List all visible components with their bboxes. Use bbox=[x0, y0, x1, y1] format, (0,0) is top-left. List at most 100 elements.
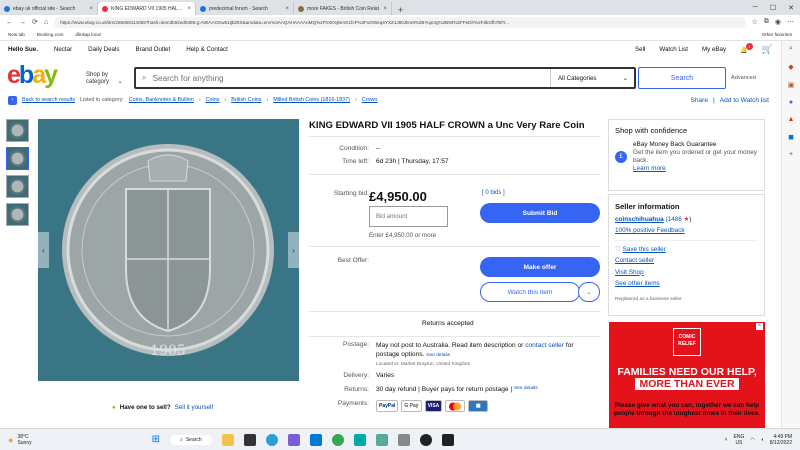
chrome-icon[interactable] bbox=[331, 433, 344, 446]
thumbnail-selected[interactable] bbox=[6, 147, 29, 170]
advanced-search-link[interactable]: Advanced bbox=[731, 75, 756, 81]
browser-tab-active[interactable]: KING EDWARD VII 1905 HALF CR × bbox=[98, 2, 196, 15]
my-ebay-link[interactable]: My eBay bbox=[702, 46, 726, 53]
other-favorites[interactable]: Other favorites bbox=[762, 32, 792, 37]
bookmark-item[interactable]: Booking.com bbox=[37, 32, 64, 37]
share-link[interactable]: Share bbox=[690, 97, 708, 104]
tag-icon[interactable]: ◆ bbox=[788, 63, 793, 71]
office-icon[interactable]: ▲ bbox=[788, 116, 795, 123]
add-icon[interactable]: + bbox=[789, 151, 793, 158]
thumbnail[interactable] bbox=[6, 175, 29, 198]
main-coin-image[interactable]: 1905 ‹ › bbox=[38, 119, 299, 381]
category-select[interactable]: All Categories ⌄ bbox=[550, 69, 634, 87]
bookmark-item[interactable]: dlinkap.local bbox=[75, 32, 100, 37]
menu-icon[interactable]: ⋯ bbox=[787, 18, 794, 26]
media-icon[interactable] bbox=[419, 433, 432, 446]
home-icon[interactable]: ⌂ bbox=[44, 19, 48, 26]
new-tab-button[interactable]: + bbox=[392, 5, 409, 15]
make-offer-button[interactable]: Make offer bbox=[480, 257, 600, 277]
add-to-watch-link[interactable]: Add to Watch list bbox=[720, 97, 769, 104]
browser-tab[interactable]: ebay uk official site - Search × bbox=[0, 2, 98, 15]
file-explorer-icon[interactable] bbox=[221, 433, 234, 446]
nav-brand-outlet[interactable]: Brand Outlet bbox=[135, 46, 170, 53]
learn-more-link[interactable]: Learn more bbox=[633, 165, 666, 172]
windows-start-icon[interactable]: ⊞ bbox=[152, 434, 160, 445]
app-icon[interactable] bbox=[353, 433, 366, 446]
url-field[interactable]: https://www.ebay.co.uk/itm/255868114069?… bbox=[54, 16, 746, 28]
search-icon[interactable]: ⌕ bbox=[789, 45, 793, 53]
shop-by-category[interactable]: Shop by category ⌄ bbox=[86, 72, 123, 86]
charity-ad[interactable]: COMIC RELIEF × FAMILIES NEED OUR HELP, MO… bbox=[609, 322, 765, 428]
star-icon[interactable]: ☆ bbox=[752, 18, 758, 26]
breadcrumb-item[interactable]: Milled British Coins (1816-1837) bbox=[273, 97, 350, 103]
cart-icon[interactable]: 🛒 bbox=[762, 44, 773, 55]
thumbnail[interactable] bbox=[6, 203, 29, 226]
nav-nectar[interactable]: Nectar bbox=[54, 46, 72, 53]
minimize-icon[interactable]: ─ bbox=[753, 4, 758, 12]
ad-close-icon[interactable]: × bbox=[756, 323, 763, 330]
bid-amount-input[interactable]: Bid amount bbox=[369, 206, 448, 227]
close-icon[interactable]: × bbox=[285, 6, 289, 12]
watch-dropdown[interactable]: ⌄ bbox=[578, 282, 600, 302]
mail-icon[interactable] bbox=[309, 433, 322, 446]
next-image-arrow[interactable]: › bbox=[288, 232, 299, 268]
breadcrumb-item[interactable]: Crown bbox=[362, 97, 378, 103]
volume-icon[interactable]: ◖ bbox=[761, 437, 764, 443]
store-icon[interactable] bbox=[287, 433, 300, 446]
close-window-icon[interactable]: ✕ bbox=[788, 4, 794, 12]
breadcrumb-item[interactable]: Coins bbox=[206, 97, 220, 103]
briefcase-icon[interactable]: ▣ bbox=[788, 81, 795, 89]
visit-shop-link[interactable]: Visit Shop bbox=[615, 269, 644, 276]
profile-icon[interactable]: ◉ bbox=[775, 18, 781, 26]
see-details-link[interactable]: See details bbox=[426, 353, 450, 358]
bids-link[interactable]: [ 0 bids ] bbox=[482, 190, 505, 196]
bookmark-item[interactable]: New tab bbox=[8, 32, 25, 37]
breadcrumb-item[interactable]: British Coins bbox=[231, 97, 261, 103]
search-button[interactable]: Search bbox=[638, 67, 726, 89]
seller-name-link[interactable]: coinschihuahua bbox=[615, 216, 664, 223]
app-icon[interactable] bbox=[441, 433, 454, 446]
browser-tab[interactable]: predecimal forum - Search × bbox=[196, 2, 294, 15]
extensions-icon[interactable]: ⧉ bbox=[764, 18, 769, 26]
watch-list-link[interactable]: Watch List bbox=[659, 46, 688, 53]
wifi-icon[interactable]: ◠ bbox=[750, 437, 754, 443]
feedback-score[interactable]: (1486 bbox=[665, 216, 681, 223]
weather-widget[interactable]: ● 38°C Sunny bbox=[0, 434, 32, 446]
ebay-logo[interactable]: ebay bbox=[7, 61, 58, 90]
clock[interactable]: 4:49 PM 8/12/2022 bbox=[770, 434, 792, 446]
thumbnail[interactable] bbox=[6, 119, 29, 142]
bell-icon[interactable]: 🔔 1 bbox=[740, 42, 753, 54]
edge-icon[interactable] bbox=[265, 433, 278, 446]
settings-icon[interactable] bbox=[397, 433, 410, 446]
see-details-link[interactable]: See details bbox=[514, 386, 538, 393]
taskbar-search[interactable]: ⌕ Search bbox=[170, 434, 212, 445]
submit-bid-button[interactable]: Submit Bid bbox=[480, 203, 600, 223]
back-arrow-icon[interactable]: ‹ bbox=[8, 95, 17, 105]
close-icon[interactable]: × bbox=[383, 6, 387, 12]
sell-it-yourself-link[interactable]: Sell it yourself bbox=[175, 404, 214, 411]
refresh-icon[interactable]: ⟳ bbox=[32, 18, 38, 26]
back-icon[interactable]: ← bbox=[6, 19, 13, 26]
nav-help[interactable]: Help & Contact bbox=[186, 46, 228, 53]
contact-seller-link[interactable]: Contact seller bbox=[615, 257, 654, 264]
sell-link[interactable]: Sell bbox=[635, 46, 645, 53]
back-to-results-link[interactable]: Back to search results bbox=[22, 97, 75, 103]
watch-item-button[interactable]: Watch this item bbox=[480, 282, 580, 302]
prev-image-arrow[interactable]: ‹ bbox=[38, 232, 49, 268]
save-seller-link[interactable]: Save this seller bbox=[623, 246, 666, 253]
video-icon[interactable] bbox=[243, 433, 256, 446]
search-input[interactable]: ⌕ Search for anything bbox=[136, 73, 550, 83]
nav-daily-deals[interactable]: Daily Deals bbox=[88, 46, 119, 53]
close-icon[interactable]: × bbox=[89, 6, 93, 12]
browser-tab[interactable]: more FAKES - British Coin Relat × bbox=[294, 2, 392, 15]
forward-icon[interactable]: → bbox=[19, 19, 26, 26]
photos-icon[interactable] bbox=[375, 433, 388, 446]
breadcrumb-item[interactable]: Coins, Banknotes & Bullion bbox=[129, 97, 194, 103]
contact-seller-link[interactable]: contact seller bbox=[525, 342, 564, 349]
close-icon[interactable]: × bbox=[187, 6, 191, 12]
outlook-icon[interactable]: ◼ bbox=[788, 133, 794, 141]
greeting[interactable]: Hello Sue. bbox=[8, 46, 38, 53]
other-items-link[interactable]: See other items bbox=[615, 280, 660, 287]
positive-feedback-link[interactable]: 100% positive Feedback bbox=[615, 227, 685, 234]
chevron-up-icon[interactable]: ˄ bbox=[725, 437, 728, 443]
